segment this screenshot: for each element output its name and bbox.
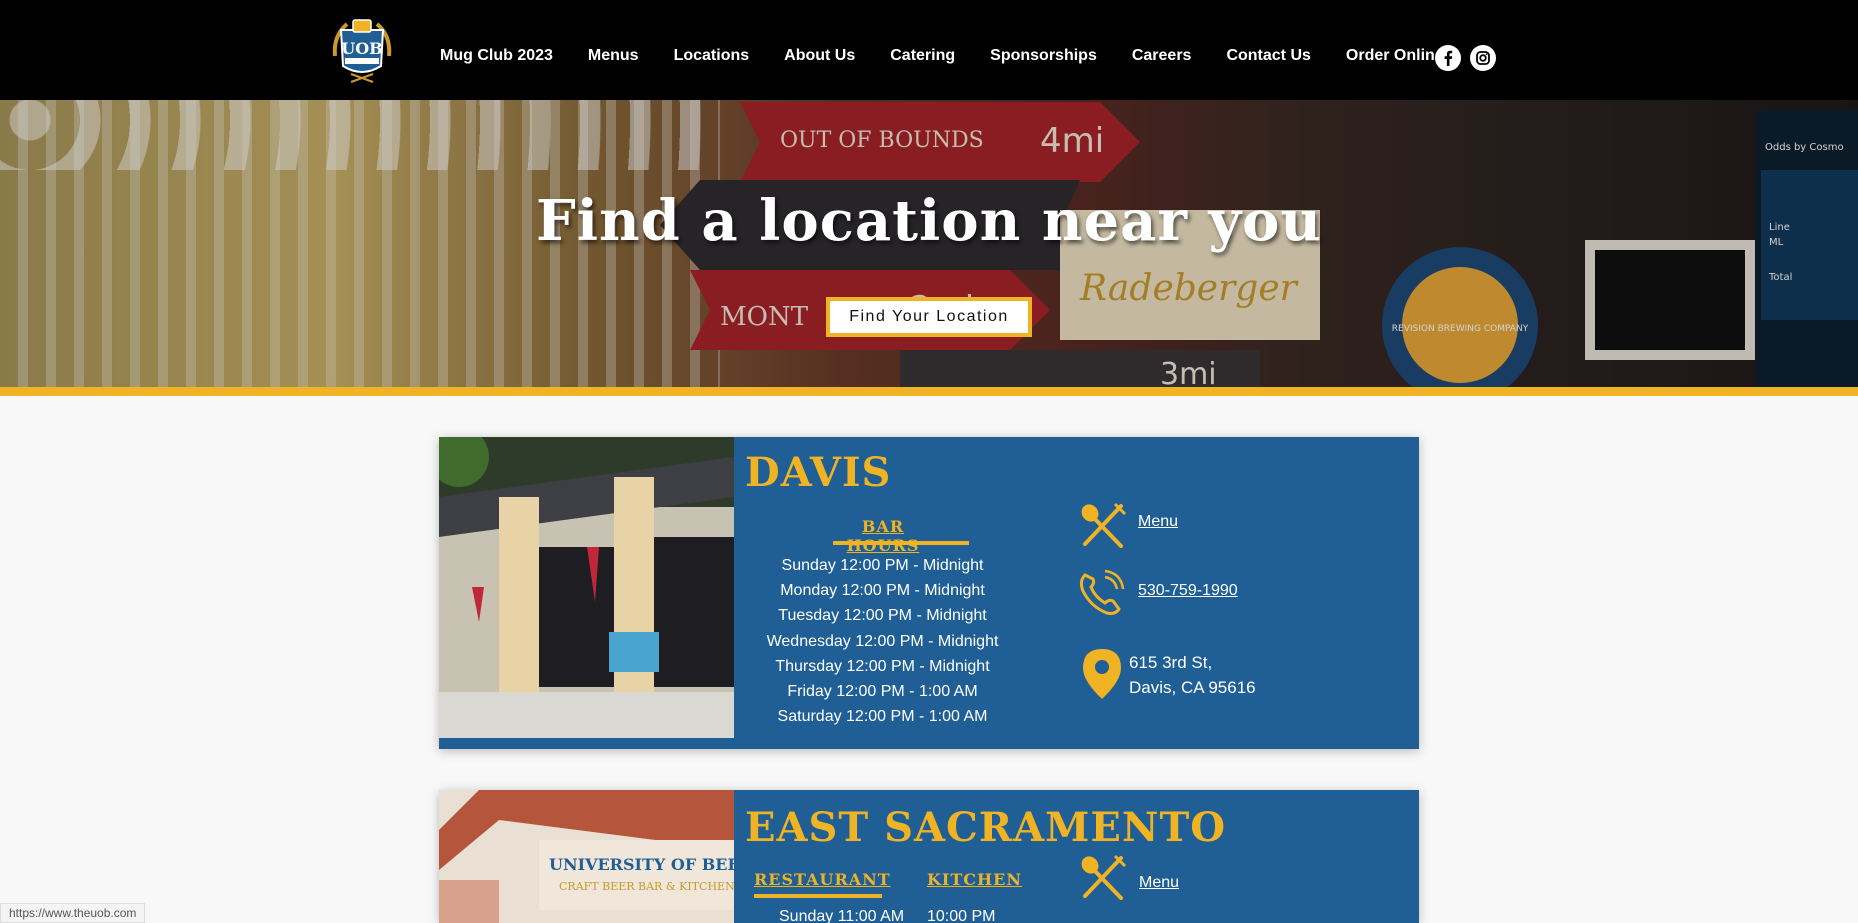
nav-sponsorships[interactable]: Sponsorships: [990, 48, 1097, 64]
location-card-east-sacramento: UNIVERSITY OF BEER CRAFT BEER BAR & KITC…: [439, 790, 1419, 923]
hero-banner: OUT OF BOUNDS 4mi Radeberger MONT 2mi 3m…: [0, 100, 1858, 388]
hours-tuesday: Tuesday 12:00 PM - Midnight: [778, 607, 987, 624]
nav-menus[interactable]: Menus: [588, 48, 639, 64]
hours-sunday-kitchen: 10:00 PM: [927, 908, 996, 923]
gold-divider: [0, 387, 1858, 396]
hours-sunday-restaurant: Sunday 11:00 AM: [779, 908, 905, 923]
hero-title: Find a location near you: [535, 188, 1323, 254]
svg-text:CRAFT BEER BAR & KITCHEN: CRAFT BEER BAR & KITCHEN: [559, 880, 734, 893]
hours-wednesday: Wednesday 12:00 PM - Midnight: [766, 633, 999, 650]
hours-underline: [833, 541, 969, 545]
nav-contact-us[interactable]: Contact Us: [1226, 48, 1310, 64]
menu-link[interactable]: Menu: [1138, 513, 1178, 531]
fork-spoon-icon: [1081, 502, 1127, 548]
location-pin-icon: [1083, 649, 1121, 699]
phone-icon: [1079, 569, 1125, 615]
location-card-davis: DAVIS BAR HOURS Sunday 12:00 PM - Midnig…: [439, 437, 1419, 749]
nav-mug-club[interactable]: Mug Club 2023: [440, 48, 553, 64]
find-your-location-button[interactable]: Find Your Location: [826, 297, 1032, 337]
kitchen-hours-heading: KITCHEN: [927, 870, 1022, 889]
east-sacramento-building-photo: UNIVERSITY OF BEER CRAFT BEER BAR & KITC…: [439, 790, 734, 923]
svg-text:UOB: UOB: [341, 39, 382, 58]
hours-friday: Friday 12:00 PM - 1:00 AM: [787, 683, 978, 700]
uob-logo[interactable]: UOB: [327, 16, 397, 86]
restaurant-underline: [754, 894, 882, 898]
fork-spoon-icon: [1081, 854, 1127, 900]
nav-locations[interactable]: Locations: [674, 48, 750, 64]
davis-storefront-photo: [439, 437, 734, 738]
menu-link[interactable]: Menu: [1139, 874, 1179, 892]
hours-monday: Monday 12:00 PM - Midnight: [780, 582, 985, 599]
hours-thursday: Thursday 12:00 PM - Midnight: [775, 658, 990, 675]
site-header: UOB Mug Club 2023 Menus Locations About …: [0, 0, 1858, 100]
location-name: EAST SACRAMENTO: [745, 804, 1227, 851]
restaurant-hours-heading: RESTAURANT: [754, 870, 891, 889]
status-bar-url: https://www.theuob.com: [0, 903, 146, 923]
nav-order-online[interactable]: Order Online: [1346, 48, 1444, 64]
facebook-icon[interactable]: [1435, 45, 1461, 71]
nav-careers[interactable]: Careers: [1132, 48, 1192, 64]
hours-saturday: Saturday 12:00 PM - 1:00 AM: [777, 708, 988, 725]
hours-sunday: Sunday 12:00 PM - Midnight: [781, 557, 984, 574]
svg-text:UNIVERSITY OF BEER: UNIVERSITY OF BEER: [549, 855, 734, 874]
address-line-2: Davis, CA 95616: [1129, 678, 1256, 697]
bar-hours-heading: BAR HOURS: [846, 517, 920, 555]
address-line-1: 615 3rd St,: [1129, 653, 1213, 672]
phone-link[interactable]: 530-759-1990: [1138, 582, 1238, 600]
nav-catering[interactable]: Catering: [890, 48, 955, 64]
main-nav: Mug Club 2023 Menus Locations About Us C…: [440, 48, 1479, 64]
instagram-icon[interactable]: [1470, 45, 1496, 71]
nav-about-us[interactable]: About Us: [784, 48, 855, 64]
location-name: DAVIS: [745, 449, 892, 496]
